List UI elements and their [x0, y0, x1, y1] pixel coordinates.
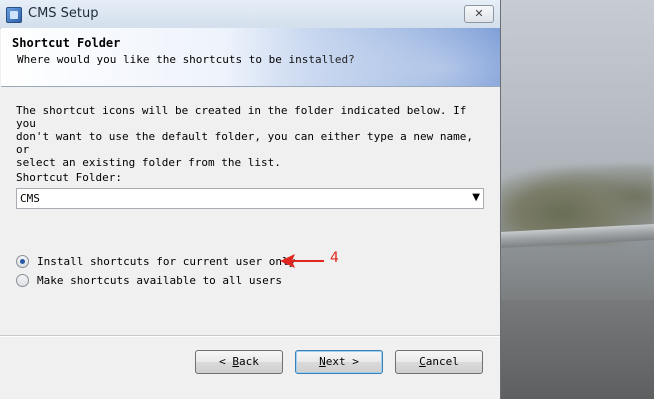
next-button-mnemonic: N — [319, 355, 326, 368]
radio-label-current-user[interactable]: Install shortcuts for current user only — [37, 255, 295, 268]
shortcut-folder-combobox[interactable]: CMS ▼ — [16, 188, 484, 209]
back-button-rest: ack — [239, 355, 259, 368]
radio-all-users[interactable]: Make shortcuts available to all users — [16, 272, 282, 288]
back-button[interactable]: < Back — [195, 350, 283, 374]
title-bar[interactable]: CMS Setup ✕ — [0, 0, 500, 29]
next-button-rest: ext — [325, 355, 346, 368]
button-divider — [0, 335, 500, 337]
shortcut-folder-value[interactable]: CMS — [20, 192, 40, 205]
annotation-number: 4 — [330, 250, 339, 266]
window-title: CMS Setup — [28, 6, 99, 21]
cms-setup-icon — [6, 7, 22, 23]
back-button-mnemonic: B — [232, 355, 239, 368]
content-area: The shortcut icons will be created in th… — [0, 87, 500, 399]
radio-label-all-users[interactable]: Make shortcuts available to all users — [37, 274, 282, 287]
chevron-down-icon[interactable]: ▼ — [472, 192, 480, 203]
back-button-prefix: < — [219, 355, 233, 368]
next-button-suffix: > — [345, 355, 359, 368]
wallpaper-road — [500, 300, 654, 399]
radio-button-all-users[interactable] — [16, 273, 29, 287]
setup-window: CMS Setup ✕ Shortcut Folder Where would … — [0, 0, 501, 399]
description-text: The shortcut icons will be created in th… — [16, 104, 473, 169]
shortcut-folder-label: Shortcut Folder: — [16, 171, 122, 184]
cancel-button[interactable]: Cancel — [395, 350, 483, 374]
close-button[interactable]: ✕ — [464, 5, 494, 23]
radio-current-user[interactable]: Install shortcuts for current user only — [16, 253, 295, 269]
radio-button-current-user[interactable] — [16, 254, 29, 268]
page-subtitle: Where would you like the shortcuts to be… — [17, 53, 355, 66]
next-button[interactable]: Next > — [295, 350, 383, 374]
cancel-button-rest: ancel — [425, 355, 459, 368]
cancel-button-mnemonic: C — [419, 355, 426, 368]
page-title: Shortcut Folder — [12, 36, 121, 50]
header-banner: Shortcut Folder Where would you like the… — [1, 28, 500, 87]
